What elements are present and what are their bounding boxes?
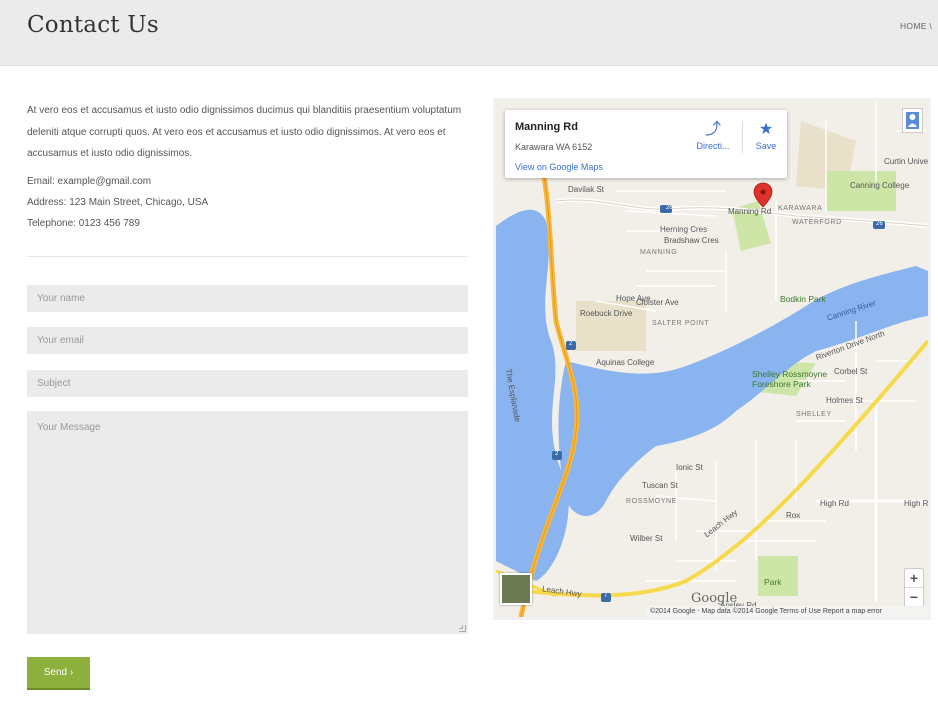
satellite-view-thumbnail[interactable] bbox=[500, 573, 532, 605]
contact-address: Address: 123 Main Street, Chicago, USA bbox=[27, 197, 209, 208]
map-label-corbel: Corbel St bbox=[834, 367, 868, 376]
map-label-tuscan: Tuscan St bbox=[642, 481, 678, 490]
message-field[interactable]: Your Message bbox=[27, 411, 468, 634]
message-placeholder: Your Message bbox=[37, 422, 101, 433]
zoom-control[interactable]: + − bbox=[904, 568, 924, 607]
subject-field[interactable]: Subject bbox=[27, 370, 468, 397]
map-label-shelley-park: Shelley Rossmoyne Foreshore Park bbox=[752, 369, 828, 389]
map-label-ionic: Ionic St bbox=[676, 463, 703, 472]
map-label-park: Park bbox=[764, 577, 782, 587]
map-label-holmes: Holmes St bbox=[826, 396, 863, 405]
map-attribution[interactable]: ©2014 Google - Map data ©2014 Google Ter… bbox=[646, 606, 928, 617]
map-label-high-rd-east: High R bbox=[904, 499, 929, 508]
map-canvas bbox=[496, 101, 928, 617]
contact-email: Email: example@gmail.com bbox=[27, 176, 152, 187]
contact-info: Email: example@gmail.com Address: 123 Ma… bbox=[27, 171, 208, 234]
map-label-curtin: Curtin Univer bbox=[884, 157, 931, 166]
zoom-out-button[interactable]: − bbox=[905, 588, 923, 607]
email-field[interactable]: Your email bbox=[27, 327, 468, 354]
page-title: Contact Us bbox=[27, 12, 159, 38]
intro-text: At vero eos et accusamus et iusto odio d… bbox=[27, 105, 462, 159]
map-label-shelley: SHELLEY bbox=[796, 411, 832, 418]
street-view-pegman-icon[interactable] bbox=[902, 108, 923, 133]
send-button[interactable]: Send › bbox=[27, 657, 90, 690]
zoom-in-button[interactable]: + bbox=[905, 569, 923, 588]
map-label-davilak: Davilak St bbox=[568, 185, 605, 194]
directions-label: Directi... bbox=[696, 141, 730, 151]
map-label-bradshaw: Bradshaw Cres bbox=[664, 236, 719, 245]
map-label-wilber: Wilber St bbox=[630, 534, 663, 543]
view-on-google-maps-link[interactable]: View on Google Maps bbox=[515, 162, 603, 172]
save-label: Save bbox=[755, 141, 777, 151]
contact-telephone: Telephone: 0123 456 789 bbox=[27, 218, 140, 229]
map-label-bodkin: Bodkin Park bbox=[780, 294, 826, 304]
subject-placeholder: Subject bbox=[37, 378, 71, 389]
map-label-manning: MANNING bbox=[640, 249, 678, 256]
email-placeholder: Your email bbox=[37, 335, 84, 346]
google-map[interactable]: 26 26 2 2 7 Davilak St Manning Rd KARAWA… bbox=[493, 98, 931, 620]
map-label-hope: Hope Ave bbox=[616, 294, 651, 303]
map-label-manning-rd: Manning Rd bbox=[728, 207, 772, 216]
info-separator bbox=[742, 121, 743, 153]
divider bbox=[27, 256, 467, 257]
map-label-high-rd: High Rd bbox=[820, 499, 849, 508]
map-label-rossmoyne: ROSSMOYNE bbox=[626, 498, 677, 505]
map-label-canning-college: Canning College bbox=[850, 181, 910, 190]
resize-handle-icon[interactable] bbox=[459, 625, 466, 632]
star-icon: ★ bbox=[758, 121, 774, 138]
route-shield-26b: 26 bbox=[876, 221, 883, 227]
name-placeholder: Your name bbox=[37, 293, 85, 304]
breadcrumb[interactable]: HOME \ bbox=[900, 21, 932, 31]
map-label-waterford: WATERFORD bbox=[792, 219, 842, 226]
map-label-karawara: KARAWARA bbox=[778, 205, 823, 212]
info-title: Manning Rd bbox=[515, 121, 578, 133]
map-label-rox: Rox bbox=[786, 511, 801, 520]
map-label-aquinas: Aquinas College bbox=[596, 358, 655, 367]
map-label-roebuck: Roebuck Drive bbox=[580, 309, 633, 318]
name-field[interactable]: Your name bbox=[27, 285, 468, 312]
route-shield-2a: 2 bbox=[569, 341, 573, 347]
route-shield-26a: 26 bbox=[666, 205, 673, 211]
page-header: Contact Us HOME \ bbox=[0, 0, 938, 66]
map-label-herning: Herning Cres bbox=[660, 225, 708, 234]
directions-icon: ⤴ bbox=[704, 121, 721, 138]
map-label-salter: SALTER POINT bbox=[652, 320, 710, 327]
route-shield-2b: 2 bbox=[555, 451, 559, 457]
directions-button[interactable]: ⤴ Directi... bbox=[688, 119, 738, 151]
save-button[interactable]: ★ Save bbox=[749, 119, 783, 151]
google-logo: Google bbox=[691, 591, 738, 606]
map-info-window: Manning Rd Karawara WA 6152 View on Goog… bbox=[505, 110, 787, 178]
route-shield-7: 7 bbox=[604, 593, 608, 599]
info-address: Karawara WA 6152 bbox=[515, 142, 593, 152]
